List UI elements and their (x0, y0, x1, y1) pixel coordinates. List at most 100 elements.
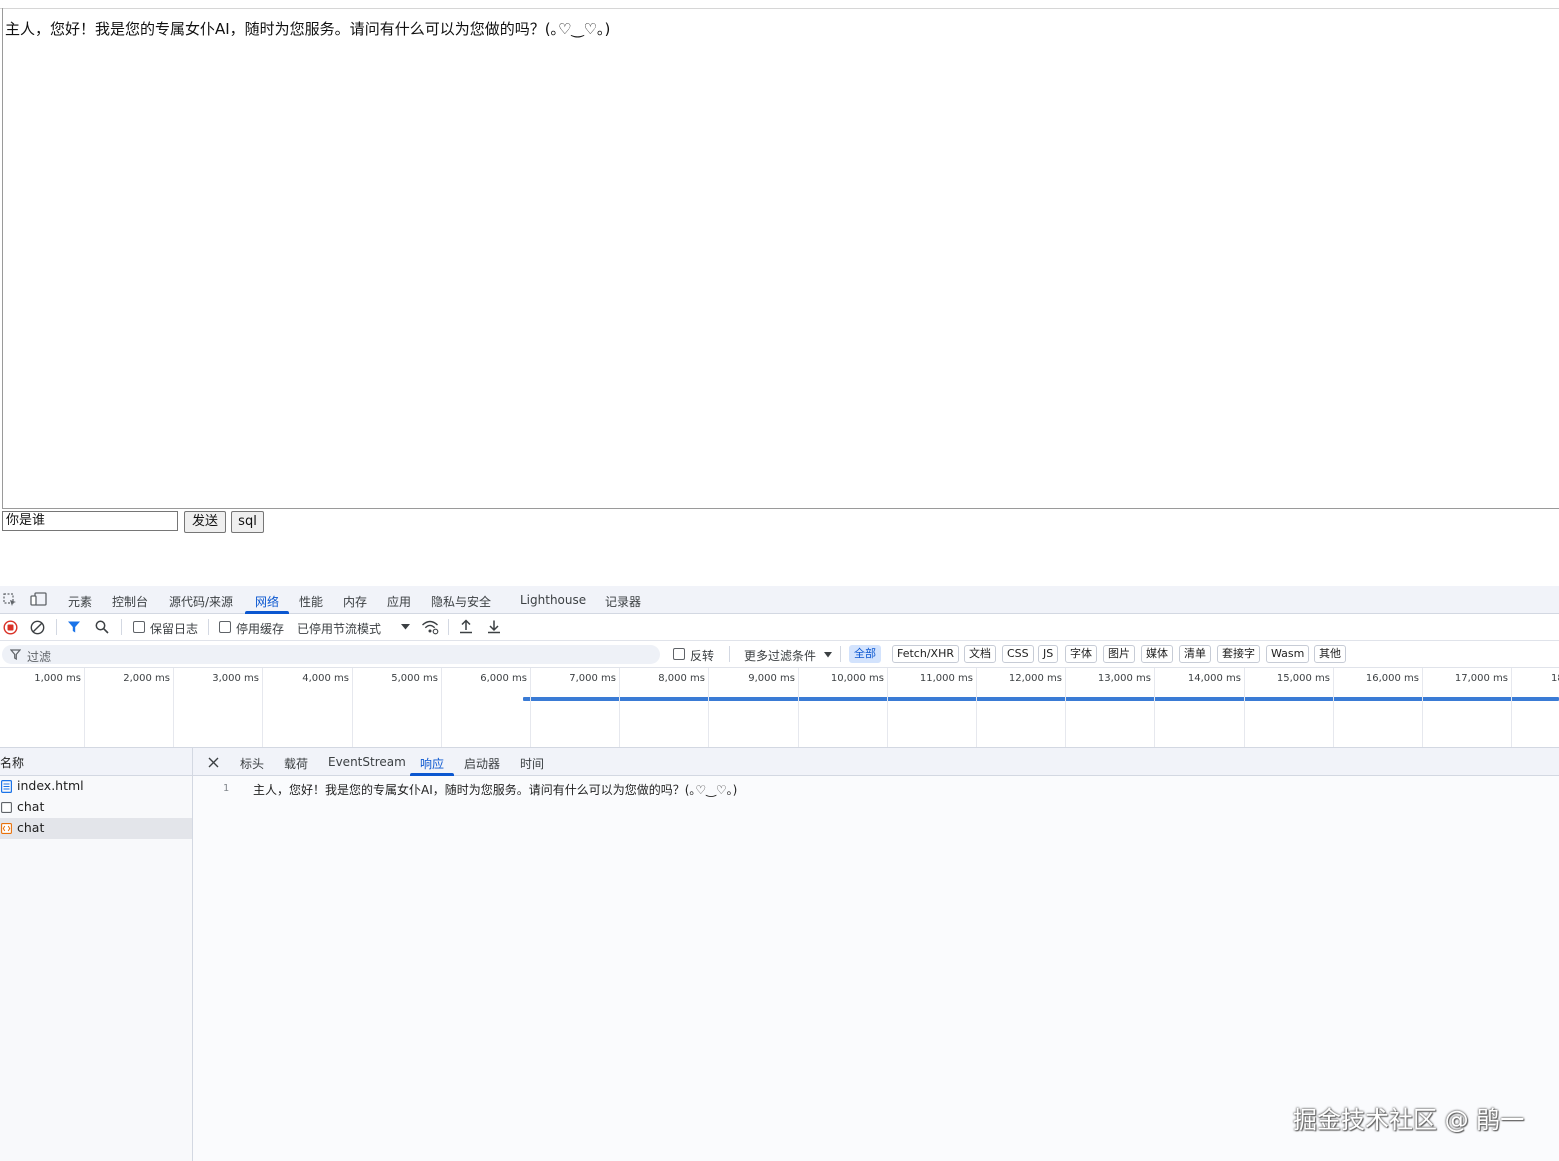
tab-response[interactable]: 响应 (420, 755, 444, 772)
device-toolbar-icon[interactable] (30, 592, 48, 607)
filter-icon[interactable] (67, 620, 81, 634)
tab-headers[interactable]: 标头 (240, 755, 264, 772)
type-filter-media[interactable]: 媒体 (1141, 645, 1173, 663)
invert-label: 反转 (690, 649, 715, 663)
timeline-gridline (1244, 668, 1245, 747)
request-name: chat (17, 820, 45, 835)
name-column-label: 名称 (0, 756, 25, 770)
request-row[interactable]: chat (0, 797, 192, 818)
eventstream-icon (1, 823, 12, 834)
network-conditions-icon[interactable] (421, 619, 439, 635)
request-row[interactable]: chat (0, 818, 192, 839)
chevron-down-icon[interactable] (401, 624, 410, 630)
tab-lighthouse[interactable]: Lighthouse (520, 593, 586, 607)
toolbar-divider (448, 619, 449, 635)
timeline-overview[interactable]: 1,000 ms 2,000 ms 3,000 ms 4,000 ms 5,000 ms… (0, 668, 1559, 748)
tab-performance[interactable]: 性能 (299, 593, 323, 610)
tab-sources[interactable]: 源代码/来源 (169, 593, 233, 610)
timeline-tick-label: 18 (1551, 673, 1559, 684)
throttling-select[interactable]: 已停用节流模式 (297, 620, 381, 637)
tab-application[interactable]: 应用 (387, 593, 411, 610)
timeline-tick-label: 13,000 ms (1097, 673, 1151, 684)
filter-input[interactable]: 过滤 (2, 645, 660, 664)
chevron-down-icon[interactable] (824, 652, 832, 658)
close-icon[interactable] (208, 757, 219, 768)
search-icon[interactable] (95, 620, 109, 634)
toolbar-divider (840, 646, 841, 662)
tab-console[interactable]: 控制台 (112, 593, 148, 610)
chat-message: 主人，您好！我是您的专属女仆AI，随时为您服务。请问有什么可以为您做的吗？(｡♡… (5, 20, 611, 38)
timeline-tick-label: 5,000 ms (391, 673, 438, 684)
timeline-gridline (530, 668, 531, 747)
timeline-tick-label: 17,000 ms (1454, 673, 1508, 684)
sql-button[interactable]: sql (231, 511, 264, 533)
disable-cache-checkbox[interactable] (219, 621, 231, 633)
active-subtab-indicator (410, 773, 454, 776)
timeline-tick-label: 7,000 ms (569, 673, 616, 684)
filter-icon (10, 649, 21, 660)
type-filter-font[interactable]: 字体 (1065, 645, 1097, 663)
tab-network[interactable]: 网络 (255, 593, 279, 610)
timeline-gridline (1333, 668, 1334, 747)
tab-elements[interactable]: 元素 (68, 593, 92, 610)
record-stop-icon[interactable] (3, 620, 18, 635)
tab-recorder[interactable]: 记录器 (605, 593, 641, 610)
tab-eventstream[interactable]: EventStream (328, 755, 406, 769)
watermark: 掘金技术社区 @ 鹃一 (1293, 1106, 1525, 1134)
type-filter-other[interactable]: 其他 (1314, 645, 1346, 663)
timeline-tick-label: 11,000 ms (919, 673, 973, 684)
timeline-gridline (976, 668, 977, 747)
timeline-tick-label: 15,000 ms (1276, 673, 1330, 684)
timeline-tick-label: 1,000 ms (34, 673, 81, 684)
import-har-icon[interactable] (459, 619, 473, 634)
timeline-tick-label: 16,000 ms (1365, 673, 1419, 684)
document-icon (1, 780, 12, 793)
invert-checkbox[interactable] (673, 648, 685, 660)
devtools-tabbar: 元素 控制台 源代码/来源 网络 性能 内存 应用 隐私与安全 Lighthou… (0, 586, 1559, 614)
tab-privacy-security[interactable]: 隐私与安全 (431, 593, 491, 610)
message-input[interactable]: 你是谁 (2, 511, 178, 531)
response-body: 主人，您好！我是您的专属女仆AI，随时为您服务。请问有什么可以为您做的吗？(｡♡… (253, 783, 738, 797)
type-filter-doc[interactable]: 文档 (964, 645, 996, 663)
type-filter-css[interactable]: CSS (1002, 645, 1034, 663)
tab-timing[interactable]: 时间 (520, 755, 544, 772)
tab-memory[interactable]: 内存 (343, 593, 367, 610)
devtools-panel: 元素 控制台 源代码/来源 网络 性能 内存 应用 隐私与安全 Lighthou… (0, 586, 1559, 1161)
network-toolbar: 保留日志 停用缓存 已停用节流模式 (0, 614, 1559, 641)
type-filter-socket[interactable]: 套接字 (1217, 645, 1260, 663)
clear-icon[interactable] (30, 620, 45, 635)
type-filter-img[interactable]: 图片 (1103, 645, 1135, 663)
timeline-gridline (708, 668, 709, 747)
type-filter-wasm[interactable]: Wasm (1266, 645, 1310, 663)
inspect-element-icon[interactable] (3, 593, 17, 607)
timeline-gridline (441, 668, 442, 747)
blank-icon (1, 802, 12, 813)
request-row[interactable]: index.html (0, 776, 192, 797)
type-filter-manifest[interactable]: 清单 (1179, 645, 1211, 663)
timeline-tick-label: 14,000 ms (1187, 673, 1241, 684)
timeline-gridline (84, 668, 85, 747)
detail-tabbar: 标头 载荷 EventStream 响应 启动器 时间 (193, 748, 1559, 776)
toolbar-divider (56, 619, 57, 635)
request-name: index.html (17, 778, 84, 793)
export-har-icon[interactable] (487, 619, 501, 634)
tab-initiator[interactable]: 启动器 (464, 755, 500, 772)
type-filter-all[interactable]: 全部 (849, 645, 881, 663)
timeline-gridline (1422, 668, 1423, 747)
type-filter-fetch-xhr[interactable]: Fetch/XHR (892, 645, 959, 663)
preserve-log-checkbox[interactable] (133, 621, 145, 633)
timeline-tick-label: 12,000 ms (1008, 673, 1062, 684)
type-filter-js[interactable]: JS (1038, 645, 1059, 663)
timeline-gridline (262, 668, 263, 747)
more-filters-dropdown[interactable]: 更多过滤条件 (744, 647, 816, 664)
tab-payload[interactable]: 载荷 (284, 755, 308, 772)
disable-cache-label: 停用缓存 (236, 622, 285, 636)
chat-output-area: 主人，您好！我是您的专属女仆AI，随时为您服务。请问有什么可以为您做的吗？(｡♡… (2, 8, 1559, 509)
send-button[interactable]: 发送 (184, 511, 226, 533)
name-column-header[interactable]: 名称 (0, 748, 192, 776)
timeline-tick-label: 4,000 ms (302, 673, 349, 684)
request-list: 名称 index.html chat chat (0, 748, 193, 1161)
timeline-gridline (1065, 668, 1066, 747)
timeline-gridline (352, 668, 353, 747)
timeline-tick-label: 3,000 ms (212, 673, 259, 684)
